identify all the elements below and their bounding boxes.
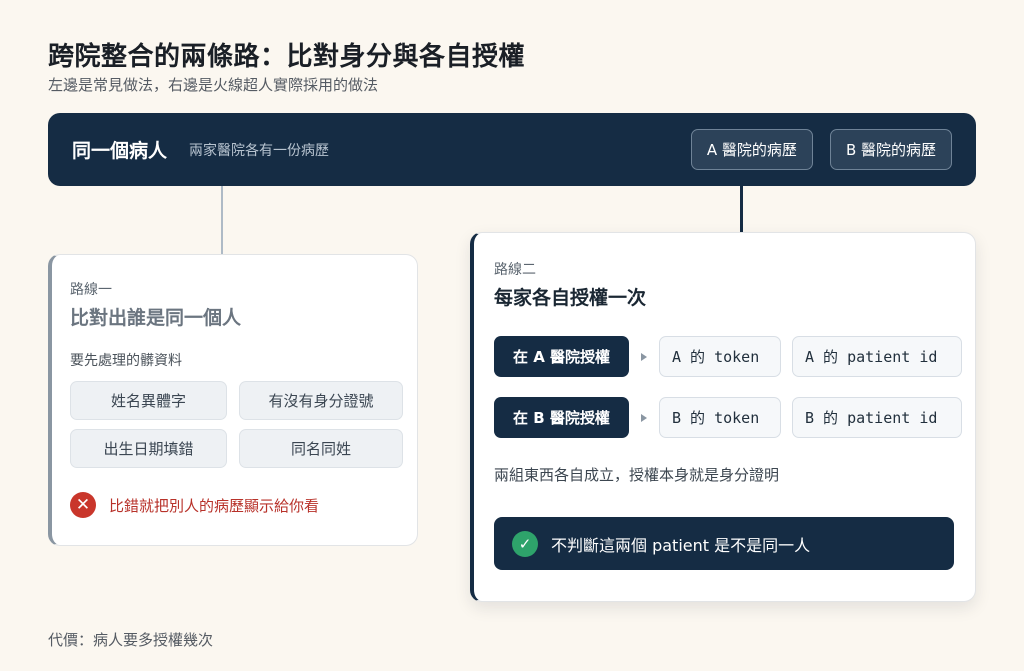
auth-hospital-b-button: 在 B 醫院授權 [494, 397, 629, 438]
route1-needs: 要先處理的髒資料 [70, 353, 182, 369]
arrow-right-icon [641, 413, 647, 422]
auth-hospital-a-button: 在 A 醫院授權 [494, 336, 629, 377]
page-title: 跨院整合的兩條路：比對身分與各自授權 [48, 42, 526, 72]
warning-text: 比錯就把別人的病歷顯示給你看 [109, 496, 320, 515]
auth-row-b: 在 B 醫院授權 B 的 token B 的 patient id [494, 397, 975, 438]
auth-row-a: 在 A 醫院授權 A 的 token A 的 patient id [494, 336, 975, 377]
issue-chip: 有沒有身分證號 [239, 381, 403, 420]
token-a-chip: A 的 token [659, 336, 781, 377]
issue-chip: 姓名異體字 [70, 381, 227, 420]
route2-label: 路線二 [494, 262, 536, 278]
x-icon: ✕ [70, 492, 96, 518]
arrow-right-icon [641, 352, 647, 361]
patient-id-a-chip: A 的 patient id [792, 336, 962, 377]
connector-route2 [740, 186, 743, 232]
route2-title: 每家各自授權一次 [494, 287, 647, 309]
route1-title: 比對出誰是同一個人 [70, 307, 242, 329]
issue-chip: 出生日期填錯 [70, 429, 227, 468]
route2-card: 路線二 每家各自授權一次 在 A 醫院授權 A 的 token A 的 pati… [470, 232, 976, 602]
record-a-badge: A 醫院的病歷 [690, 129, 813, 170]
route2-result-banner: ✓ 不判斷這兩個 patient 是不是同一人 [494, 517, 954, 570]
footer-note: 代價：病人要多授權幾次 [48, 631, 214, 649]
patient-bar: 同一個病人 兩家醫院各有一份病歷 A 醫院的病歷 B 醫院的病歷 [48, 113, 976, 186]
record-b-badge: B 醫院的病歷 [829, 129, 952, 170]
page-subtitle: 左邊是常見做法，右邊是火線超人實際採用的做法 [48, 76, 379, 94]
dirty-data-grid: 姓名異體字 有沒有身分證號 出生日期填錯 同名同姓 [70, 381, 417, 468]
route1-warning: ✕ 比錯就把別人的病歷顯示給你看 [70, 492, 417, 518]
connector-route1 [221, 186, 223, 254]
route2-note: 兩組東西各自成立，授權本身就是身分證明 [494, 466, 780, 484]
patient-label: 同一個病人 [72, 140, 168, 162]
issue-chip: 同名同姓 [239, 429, 403, 468]
route1-card: 路線一 比對出誰是同一個人 要先處理的髒資料 姓名異體字 有沒有身分證號 出生日… [48, 254, 418, 546]
patient-id-b-chip: B 的 patient id [792, 397, 962, 438]
patient-description: 兩家醫院各有一份病歷 [189, 142, 330, 159]
check-icon: ✓ [512, 530, 538, 557]
token-b-chip: B 的 token [659, 397, 781, 438]
route1-label: 路線一 [70, 282, 112, 298]
result-text: 不判斷這兩個 patient 是不是同一人 [551, 535, 811, 555]
